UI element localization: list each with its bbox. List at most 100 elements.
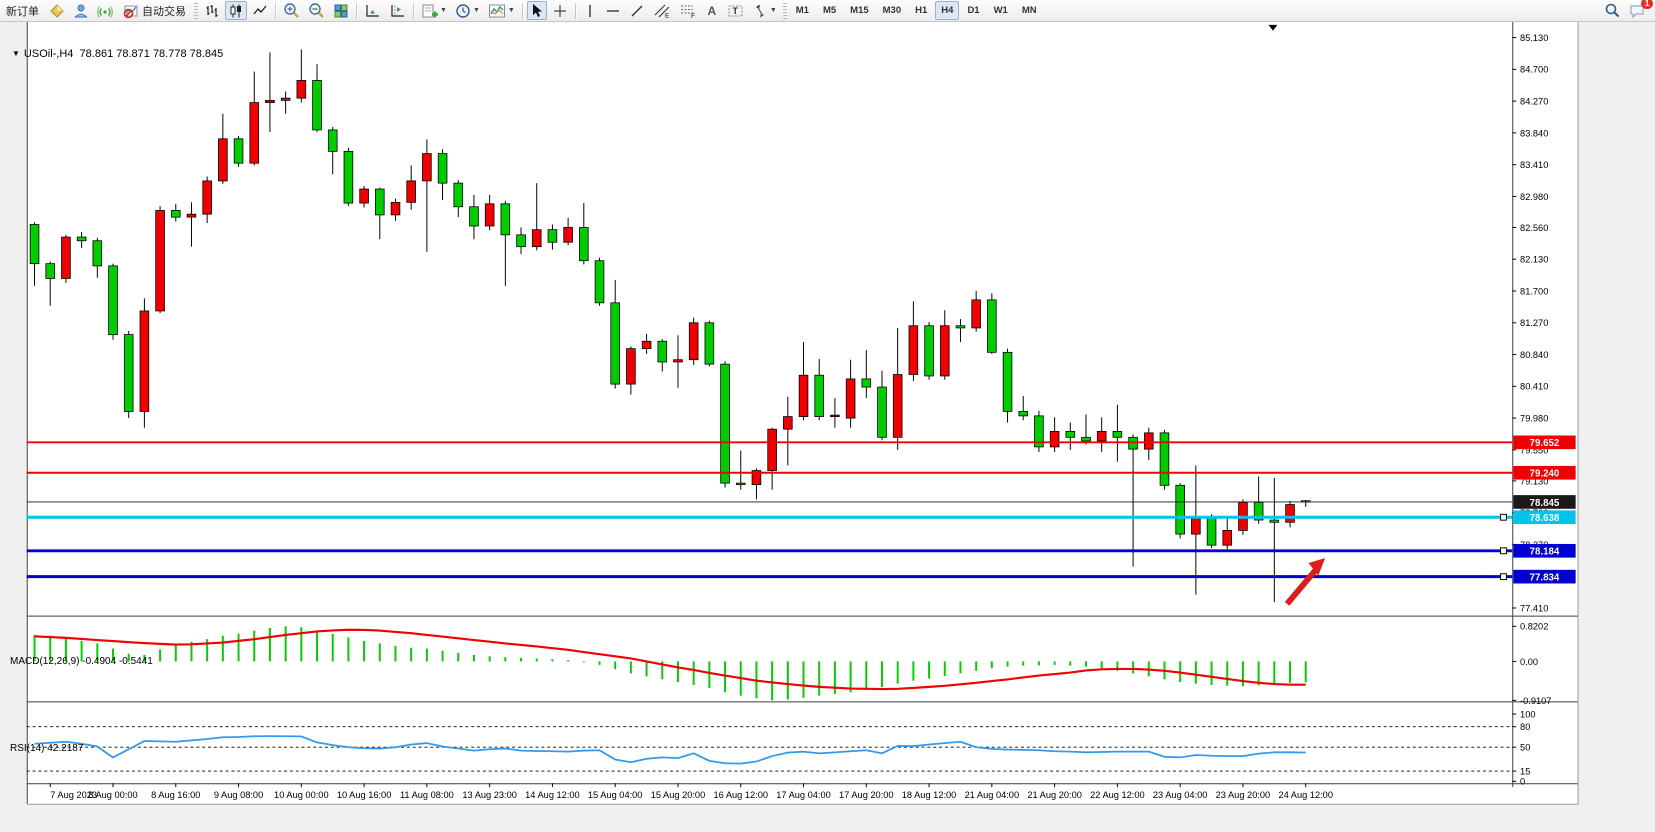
candle	[1270, 520, 1279, 522]
candle	[846, 379, 855, 418]
candle	[1176, 485, 1185, 534]
rsi-label: RSI(14) 42.2187	[10, 743, 83, 754]
autoscroll-icon[interactable]	[361, 1, 384, 20]
tf-w1[interactable]: W1	[988, 1, 1014, 20]
candle	[77, 237, 86, 241]
line-handle[interactable]	[1501, 548, 1507, 554]
chart-candles-icon[interactable]	[225, 1, 247, 20]
periods-button[interactable]: ▼	[452, 1, 483, 20]
text-icon[interactable]: A	[702, 1, 722, 20]
trendline-icon[interactable]	[626, 1, 648, 20]
zoom-in-icon[interactable]	[280, 1, 303, 20]
candle	[862, 379, 871, 387]
gold-icon[interactable]	[46, 1, 68, 20]
candle	[1144, 433, 1153, 449]
svg-text:79.240: 79.240	[1530, 469, 1560, 480]
candle	[972, 300, 981, 328]
candle	[1113, 431, 1122, 437]
chart-bars-icon[interactable]	[201, 1, 223, 20]
svg-text:22 Aug 12:00: 22 Aug 12:00	[1090, 790, 1145, 800]
arrows-icon[interactable]: ▼	[749, 1, 780, 20]
signals-icon[interactable]	[94, 1, 116, 20]
tile-windows-icon[interactable]	[330, 1, 352, 20]
svg-text:81.700: 81.700	[1520, 286, 1548, 296]
candle	[1160, 433, 1169, 485]
candle	[422, 154, 431, 181]
indicators-button[interactable]: ▼	[485, 1, 518, 20]
chevron-down-icon: ▼	[440, 7, 447, 14]
svg-text:85.130: 85.130	[1520, 33, 1548, 43]
signals-icon	[97, 3, 113, 19]
candle	[925, 326, 934, 376]
svg-text:78.184: 78.184	[1530, 547, 1560, 558]
vline-icon[interactable]	[580, 1, 600, 20]
candle	[1019, 411, 1028, 415]
toolbar-grip	[194, 3, 198, 19]
label-icon[interactable]: T	[724, 1, 747, 20]
cursor-icon[interactable]	[527, 1, 547, 20]
candle	[532, 230, 541, 247]
chat-button[interactable]: 1	[1626, 1, 1649, 20]
candle	[627, 349, 636, 384]
candle	[1003, 352, 1012, 411]
svg-text:8 Aug 16:00: 8 Aug 16:00	[151, 790, 200, 800]
chart-line-icon[interactable]	[249, 1, 271, 20]
svg-text:0: 0	[1520, 777, 1525, 787]
svg-text:E: E	[665, 12, 670, 19]
fibonacci-icon[interactable]: F	[676, 1, 700, 20]
price-chart[interactable]: 85.13084.70084.27083.84083.41082.98082.5…	[0, 21, 1655, 832]
candle	[391, 202, 400, 215]
candle	[642, 341, 651, 348]
tf-m1[interactable]: M1	[790, 1, 815, 20]
tf-h4[interactable]: H4	[935, 1, 959, 20]
hline-icon[interactable]	[602, 1, 624, 20]
tf-m5[interactable]: M5	[817, 1, 842, 20]
toolbar-separator	[575, 3, 576, 19]
chart-shift-icon[interactable]	[386, 1, 409, 20]
search-button[interactable]	[1601, 1, 1624, 20]
svg-text:79.980: 79.980	[1520, 413, 1548, 423]
chart-window: 85.13084.70084.27083.84083.41082.98082.5…	[0, 21, 1655, 832]
community-icon[interactable]	[70, 1, 92, 20]
chevron-down-icon: ▼	[508, 7, 515, 14]
candle	[831, 415, 840, 416]
line-handle[interactable]	[1501, 514, 1507, 520]
main-toolbar: 新订单	[0, 0, 1655, 22]
zoom-out-icon[interactable]	[305, 1, 328, 20]
arrows-icon	[752, 3, 768, 19]
new-chart-icon	[421, 3, 438, 19]
new-order-button[interactable]: 新订单	[1, 1, 44, 20]
crosshair-icon[interactable]	[549, 1, 571, 20]
autotrading-label: 自动交易	[142, 3, 186, 19]
candle	[62, 237, 71, 278]
candle	[375, 189, 384, 215]
autotrading-button[interactable]: 自动交易	[118, 1, 191, 20]
candle	[281, 98, 290, 100]
candle	[658, 341, 667, 362]
tf-m30[interactable]: M30	[877, 1, 907, 20]
line-handle[interactable]	[1501, 574, 1507, 580]
svg-text:8 Aug 00:00: 8 Aug 00:00	[88, 790, 137, 800]
candle	[1207, 518, 1216, 545]
application-window: 新订单	[0, 0, 1655, 832]
chart-bars-icon	[204, 3, 220, 19]
trendline-icon	[629, 3, 645, 19]
tf-h1[interactable]: H1	[909, 1, 933, 20]
svg-text:0.8202: 0.8202	[1520, 622, 1548, 632]
svg-text:80: 80	[1520, 722, 1530, 732]
new-chart-button[interactable]: ▼	[418, 1, 450, 20]
candle	[438, 154, 447, 184]
tf-m15[interactable]: M15	[844, 1, 874, 20]
cursor-icon	[530, 3, 544, 18]
candle	[109, 266, 118, 335]
tf-d1[interactable]: D1	[961, 1, 985, 20]
svg-text:83.410: 83.410	[1520, 160, 1548, 170]
tf-mn[interactable]: MN	[1016, 1, 1043, 20]
candle	[1097, 431, 1106, 441]
expand-panel-icon[interactable]: ▼	[12, 49, 20, 58]
channel-icon[interactable]: E	[650, 1, 674, 20]
chat-badge: 1	[1641, 0, 1653, 9]
svg-text:23 Aug 04:00: 23 Aug 04:00	[1153, 790, 1208, 800]
chart-title: ▼USOil-,H4 78.861 78.871 78.778 78.845	[12, 48, 223, 60]
candle	[736, 483, 745, 484]
